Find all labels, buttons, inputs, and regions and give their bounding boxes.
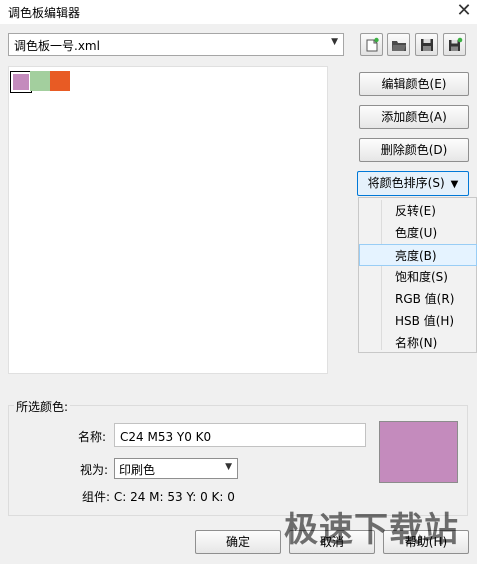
color-name-input[interactable] [114, 423, 366, 447]
chevron-down-icon: ▼ [225, 462, 232, 472]
menu-item-label: 饱和度(S) [395, 270, 448, 284]
edit-color-button[interactable]: 编辑颜色(E) [359, 72, 469, 96]
save-as-icon [449, 37, 463, 51]
menu-item-label: RGB 值(R) [395, 292, 455, 306]
sort-menu-item-reverse[interactable]: 反转(E) [359, 200, 477, 222]
delete-color-button[interactable]: 删除颜色(D) [359, 138, 469, 162]
selected-color-group-title: 所选颜色: [14, 398, 71, 415]
chevron-down-icon: ▼ [331, 37, 338, 47]
sort-menu: 反转(E) 色度(U) 亮度(B) 饱和度(S) RGB 值(R) HSB 值(… [358, 197, 477, 353]
view-as-select[interactable]: 印刷色 ▼ [114, 458, 238, 479]
color-swatch-selected[interactable] [10, 71, 32, 93]
menu-item-label: 反转(E) [395, 204, 436, 218]
new-palette-icon [366, 37, 379, 52]
sort-menu-item-name[interactable]: 名称(N) [359, 332, 477, 354]
save-icon [421, 39, 433, 51]
open-folder-icon [392, 41, 406, 51]
watermark: 极速下载站 [284, 510, 459, 550]
selected-color-preview [379, 421, 458, 483]
view-as-value: 印刷色 [119, 463, 156, 477]
name-label: 名称: [78, 430, 107, 444]
palette-select[interactable]: 调色板一号.xml ▼ [8, 33, 344, 56]
palette-swatch-area[interactable] [8, 66, 328, 374]
color-components: 组件: C: 24 M: 53 Y: 0 K: 0 [82, 490, 235, 504]
sort-menu-item-saturation[interactable]: 饱和度(S) [359, 266, 477, 288]
window-title: 调色板编辑器 [8, 6, 81, 20]
sort-menu-item-hue[interactable]: 色度(U) [359, 222, 477, 244]
color-swatch[interactable] [30, 71, 50, 91]
sort-colors-label: 将颜色排序(S) [367, 176, 445, 190]
view-as-label: 视为: [80, 463, 109, 477]
sort-menu-item-rgb[interactable]: RGB 值(R) [359, 288, 477, 310]
add-color-button[interactable]: 添加颜色(A) [359, 105, 469, 129]
caret-down-icon: ▼ [450, 179, 459, 190]
new-palette-button[interactable] [360, 33, 383, 56]
open-palette-button[interactable] [387, 33, 410, 56]
sort-colors-button[interactable]: 将颜色排序(S) ▼ [357, 171, 469, 196]
color-swatch[interactable] [50, 71, 70, 91]
save-palette-button[interactable] [415, 33, 438, 56]
menu-item-label: 色度(U) [395, 226, 438, 240]
menu-item-label: HSB 值(H) [395, 314, 455, 328]
palette-select-value: 调色板一号.xml [14, 39, 100, 53]
menu-item-label: 名称(N) [395, 336, 438, 350]
sort-menu-item-hsb[interactable]: HSB 值(H) [359, 310, 477, 332]
sort-menu-item-brightness[interactable]: 亮度(B) [359, 244, 477, 266]
menu-item-label: 亮度(B) [395, 249, 437, 263]
close-icon[interactable]: ✕ [453, 0, 475, 22]
ok-button[interactable]: 确定 [195, 530, 281, 554]
save-as-palette-button[interactable] [443, 33, 466, 56]
